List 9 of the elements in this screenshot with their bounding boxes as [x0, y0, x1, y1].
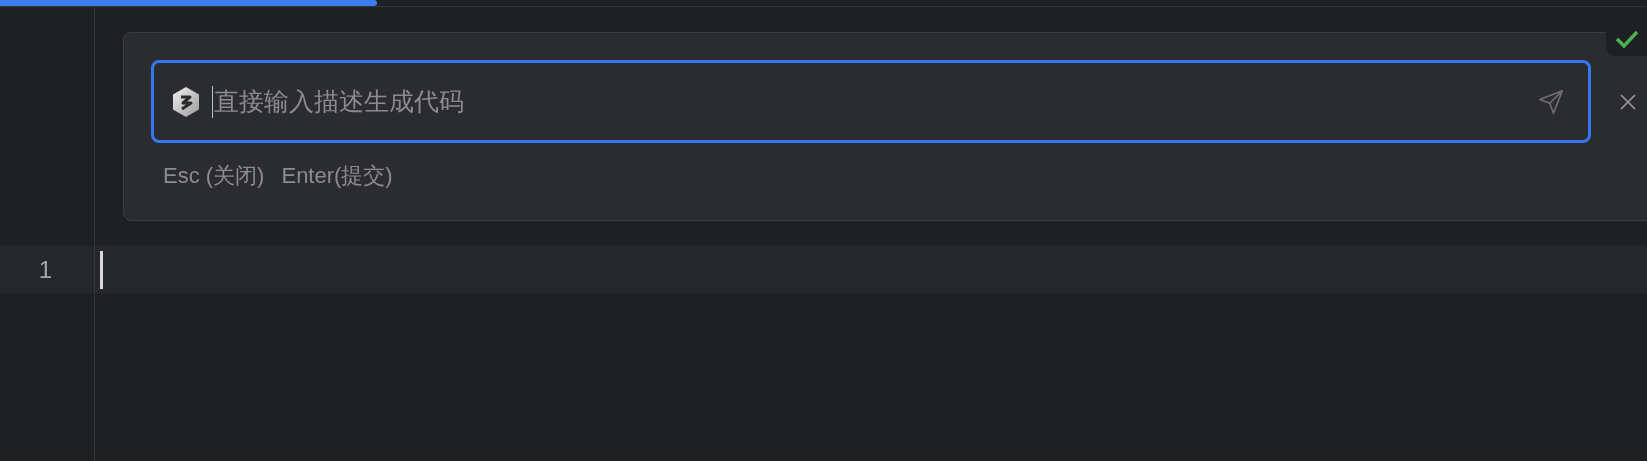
- logo-icon: [170, 85, 202, 118]
- line-number: 1: [38, 254, 52, 285]
- shortcut-hint: Enter(提交): [281, 162, 393, 190]
- text-cursor: [212, 85, 213, 118]
- check-icon: [1614, 29, 1639, 49]
- shortcut-hint: Esc (关闭): [163, 162, 265, 190]
- prompt-field[interactable]: 直接输入描述生成代码: [151, 60, 1591, 143]
- prompt-input[interactable]: 直接输入描述生成代码: [214, 82, 1526, 121]
- text-cursor: [100, 250, 103, 289]
